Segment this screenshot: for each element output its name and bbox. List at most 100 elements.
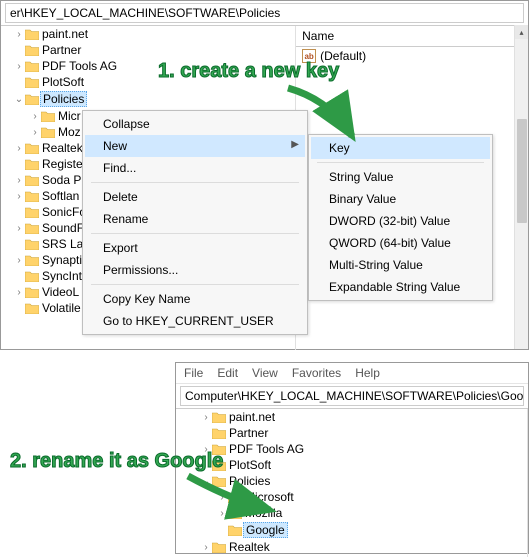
folder-icon <box>212 443 226 455</box>
menu-item[interactable]: Collapse <box>85 113 305 135</box>
folder-icon <box>25 206 39 218</box>
tree-item[interactable]: ⌄Policies <box>1 90 295 108</box>
chevron-right-icon[interactable]: › <box>14 175 24 186</box>
tree-item-label: Microsoft <box>243 490 296 504</box>
tree-item[interactable]: ›Mozilla <box>176 505 527 521</box>
folder-icon <box>212 411 226 423</box>
address-bar: er\HKEY_LOCAL_MACHINE\SOFTWARE\Policies <box>1 1 528 26</box>
chevron-right-icon[interactable]: › <box>14 29 24 40</box>
chevron-down-icon[interactable]: ⌄ <box>14 94 24 105</box>
string-value-icon: ab <box>302 49 316 63</box>
menu-edit[interactable]: Edit <box>217 366 238 380</box>
tree-item-label: SyncInt <box>40 269 84 283</box>
column-header-name[interactable]: Name <box>296 26 528 47</box>
menu-item[interactable]: New▶ <box>85 135 305 157</box>
chevron-right-icon[interactable]: › <box>30 111 40 122</box>
chevron-right-icon[interactable]: › <box>201 542 211 553</box>
context-submenu-new[interactable]: Key String ValueBinary ValueDWORD (32-bit… <box>308 134 493 301</box>
tree-item[interactable]: ⌄ Policies <box>176 473 527 489</box>
tree-item-label: Realtek <box>227 540 272 554</box>
chevron-right-icon[interactable]: › <box>14 191 24 202</box>
menu-item[interactable]: Go to HKEY_CURRENT_USER <box>85 310 305 332</box>
menu-separator <box>91 284 299 285</box>
menu-item[interactable]: DWORD (32-bit) Value <box>311 210 490 232</box>
tree-item[interactable]: › Realtek <box>176 539 527 555</box>
menu-item[interactable]: Export <box>85 237 305 259</box>
scroll-thumb[interactable] <box>517 119 527 223</box>
chevron-down-icon[interactable]: ⌄ <box>201 476 211 487</box>
regedit-window-bottom: File Edit View Favorites Help Computer\HKEY_… <box>175 362 529 554</box>
folder-icon <box>228 507 242 519</box>
tree-item[interactable]: › paint.net <box>1 26 295 42</box>
chevron-right-icon[interactable]: › <box>217 492 227 503</box>
folder-icon <box>25 254 39 266</box>
menu-item[interactable]: Permissions... <box>85 259 305 281</box>
list-row[interactable]: ab (Default) <box>296 47 528 65</box>
tree-item-label: PDF Tools AG <box>40 59 119 73</box>
menu-favorites[interactable]: Favorites <box>292 366 341 380</box>
folder-icon <box>25 174 39 186</box>
tree-item[interactable]: Google <box>176 521 527 539</box>
tree-item[interactable]: Partner <box>1 42 295 58</box>
tree-item-label: Partner <box>227 426 270 440</box>
tree-item[interactable]: Partner <box>176 425 527 441</box>
tree-item[interactable]: › Microsoft <box>176 489 527 505</box>
tree-item-label: Volatile <box>40 301 83 315</box>
chevron-right-icon[interactable]: › <box>201 412 211 423</box>
menu-help[interactable]: Help <box>355 366 380 380</box>
folder-icon <box>25 93 39 105</box>
chevron-right-icon[interactable]: › <box>14 223 24 234</box>
tree-item-label: Synapti <box>40 253 84 267</box>
address-bar: Computer\HKEY_LOCAL_MACHINE\SOFTWARE\Pol… <box>176 384 528 409</box>
menu-item[interactable]: Binary Value <box>311 188 490 210</box>
chevron-right-icon[interactable]: › <box>14 255 24 266</box>
menu-bar[interactable]: File Edit View Favorites Help <box>176 363 528 384</box>
menu-item[interactable]: QWORD (64-bit) Value <box>311 232 490 254</box>
scroll-up-button[interactable]: ▴ <box>515 25 528 39</box>
folder-icon <box>25 238 39 250</box>
tree-item-label: SonicFo <box>40 205 88 219</box>
chevron-right-icon[interactable]: › <box>14 287 24 298</box>
menu-item[interactable]: Key <box>311 137 490 159</box>
menu-item[interactable]: Delete <box>85 186 305 208</box>
menu-item[interactable]: Multi-String Value <box>311 254 490 276</box>
tree-item[interactable]: › PDF Tools AG <box>1 58 295 74</box>
tree-pane[interactable]: ›paint.netPartner › PDF Tools AG PlotSoft ⌄ P… <box>176 409 528 557</box>
folder-icon <box>25 190 39 202</box>
folder-icon <box>25 270 39 282</box>
menu-item[interactable]: Copy Key Name <box>85 288 305 310</box>
tree-item-label: Google <box>243 522 288 538</box>
scrollbar-vertical[interactable]: ▴ <box>514 25 528 349</box>
address-path[interactable]: er\HKEY_LOCAL_MACHINE\SOFTWARE\Policies <box>5 3 524 23</box>
menu-item[interactable]: Find... <box>85 157 305 179</box>
folder-icon <box>212 541 226 553</box>
tree-item-label: Softlan <box>40 189 81 203</box>
chevron-right-icon[interactable]: › <box>14 61 24 72</box>
folder-icon <box>212 475 226 487</box>
chevron-right-icon[interactable]: › <box>201 444 211 455</box>
tree-item-label: PDF Tools AG <box>227 442 306 456</box>
tree-item[interactable]: PlotSoft <box>176 457 527 473</box>
menu-item[interactable]: String Value <box>311 166 490 188</box>
tree-item[interactable]: PlotSoft <box>1 74 295 90</box>
folder-icon <box>25 76 39 88</box>
tree-item[interactable]: ›paint.net <box>176 409 527 425</box>
folder-icon <box>212 427 226 439</box>
folder-icon <box>25 60 39 72</box>
folder-icon <box>41 126 55 138</box>
chevron-right-icon[interactable]: › <box>30 127 40 138</box>
menu-item[interactable]: Expandable String Value <box>311 276 490 298</box>
tree-item-label: PlotSoft <box>227 458 273 472</box>
context-menu[interactable]: CollapseNew▶Find... DeleteRename ExportPer… <box>82 110 308 335</box>
chevron-right-icon[interactable]: › <box>14 143 24 154</box>
menu-file[interactable]: File <box>184 366 203 380</box>
list-value-default: (Default) <box>320 49 366 63</box>
folder-icon <box>25 28 39 40</box>
menu-item[interactable]: Rename <box>85 208 305 230</box>
chevron-right-icon[interactable]: › <box>217 508 227 519</box>
menu-view[interactable]: View <box>252 366 278 380</box>
address-path[interactable]: Computer\HKEY_LOCAL_MACHINE\SOFTWARE\Pol… <box>180 386 524 406</box>
tree-item-label: paint.net <box>40 27 90 41</box>
tree-item-label: Policies <box>227 474 272 488</box>
tree-item[interactable]: › PDF Tools AG <box>176 441 527 457</box>
